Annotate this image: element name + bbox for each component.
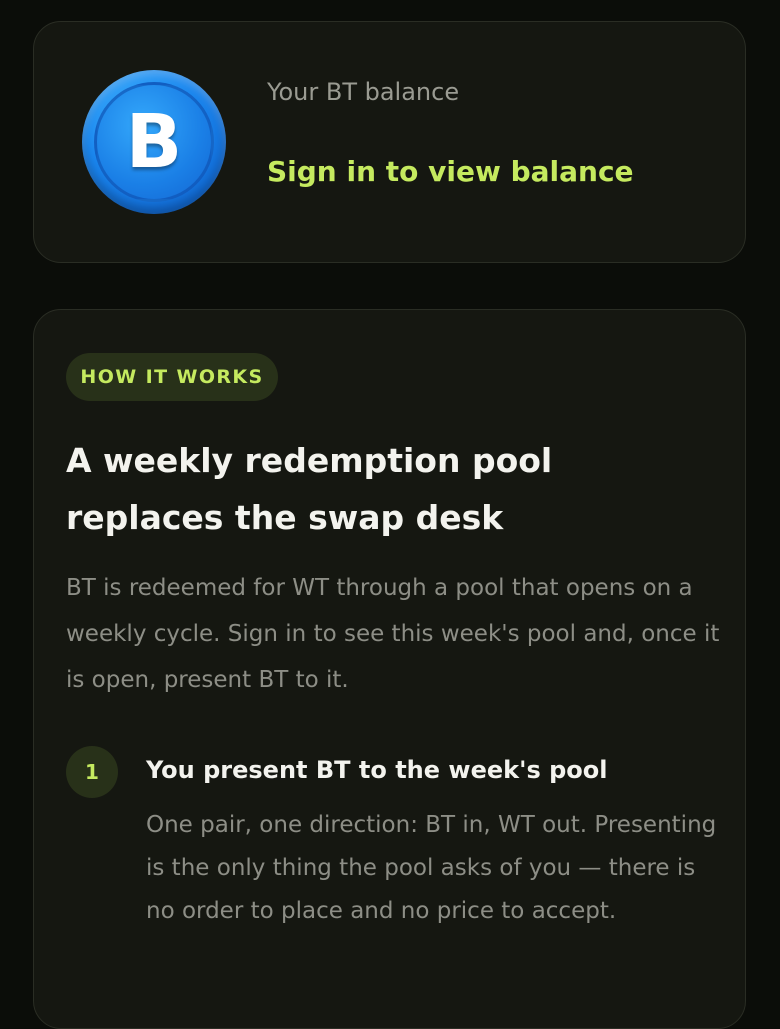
step-number-badge: 1 (66, 746, 118, 798)
section-headline: A weekly redemption pool replaces the sw… (66, 441, 553, 537)
balance-card: B Your BT balance Sign in to view balanc… (33, 21, 746, 263)
bt-token-logo-icon: B (82, 70, 226, 214)
step-body: One pair, one direction: BT in, WT out. … (146, 812, 717, 924)
how-it-works-badge: HOW IT WORKS (66, 353, 278, 401)
sign-in-link[interactable]: Sign in to view balance (267, 155, 634, 188)
balance-label: Your BT balance (267, 78, 460, 106)
section-description: BT is redeemed for WT through a pool tha… (66, 575, 720, 693)
step-title: You present BT to the week's pool (146, 756, 608, 784)
token-logo-letter: B (125, 99, 183, 185)
how-it-works-card: HOW IT WORKS A weekly redemption pool re… (33, 309, 746, 1029)
